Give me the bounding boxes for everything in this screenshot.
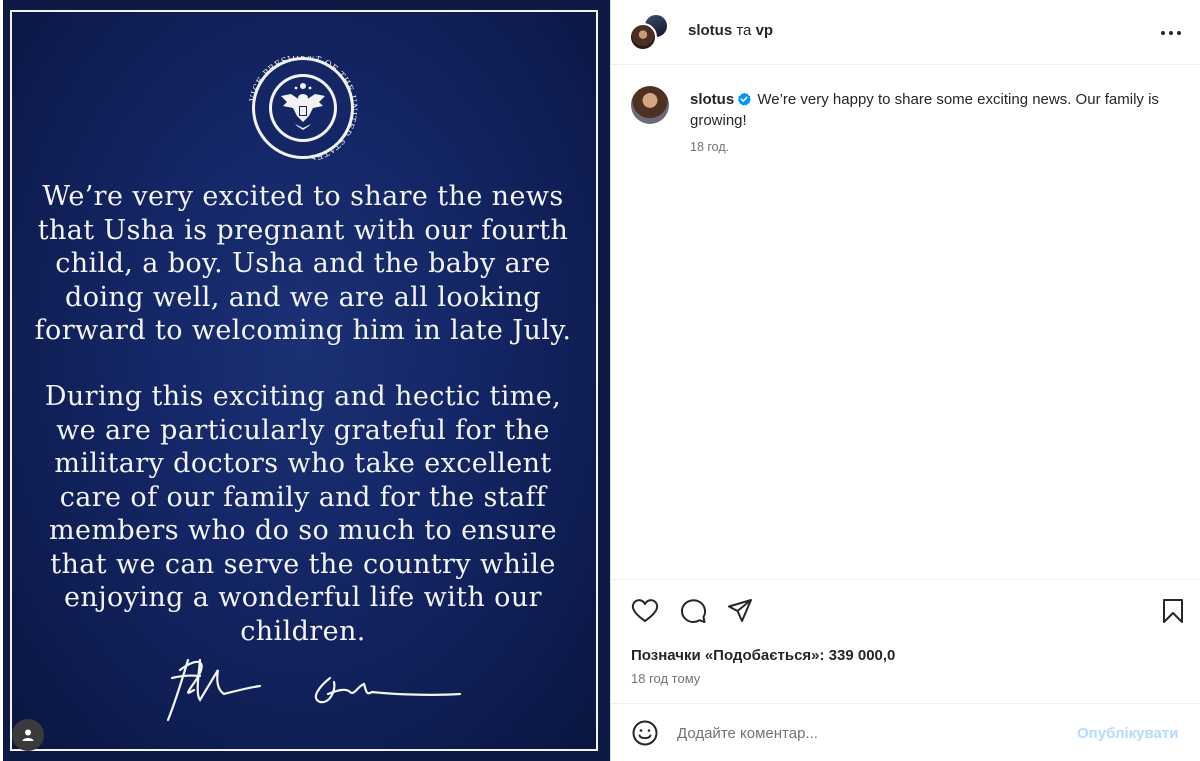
vice-president-seal: VICE PRESIDENT OF THE UNITED STATES — [248, 56, 357, 160]
caption-timestamp[interactable]: 18 год. — [690, 140, 729, 154]
bookmark-icon[interactable] — [1158, 596, 1188, 626]
header-username[interactable]: slotus — [688, 22, 732, 39]
send-icon[interactable] — [725, 596, 755, 626]
avatar[interactable] — [631, 86, 669, 124]
person-icon — [22, 729, 34, 741]
comment-icon[interactable] — [678, 596, 708, 626]
letter-paragraph-1: We’re very excited to share the news tha… — [34, 181, 572, 346]
verified-badge-icon — [737, 92, 752, 106]
signatures — [166, 658, 462, 722]
publish-button[interactable]: Опублікувати — [1077, 725, 1178, 742]
header-separator: та — [736, 22, 752, 39]
post-image[interactable]: VICE PRESIDENT OF THE UNITED STATES We’r… — [0, 0, 610, 761]
add-comment-bar: Опублікувати — [611, 703, 1200, 761]
more-horizontal-icon[interactable] — [1159, 24, 1183, 42]
post-timestamp[interactable]: 18 год тому — [631, 671, 700, 686]
comment-input[interactable] — [677, 720, 1057, 746]
divider — [611, 579, 1200, 580]
caption-text-block: slotus We’re very happy to share some ex… — [690, 89, 1160, 131]
likes-count[interactable]: Позначки «Подобається»: 339 000,0 — [631, 647, 895, 664]
post-header: slotus та vp — [611, 0, 1200, 65]
post-details: slotus та vp slotus We’re very happy to … — [611, 0, 1200, 761]
letter-paragraph-2: During this exciting and hectic time, we… — [44, 381, 562, 647]
collab-avatars[interactable] — [629, 13, 671, 53]
caption-username[interactable]: slotus — [690, 91, 734, 108]
emoji-icon[interactable] — [631, 719, 659, 747]
header-title: slotus та vp — [688, 22, 773, 39]
header-collaborator[interactable]: vp — [756, 22, 774, 39]
avatar-slotus[interactable] — [629, 23, 657, 51]
caption-text: We’re very happy to share some exciting … — [690, 91, 1159, 129]
tagged-people-button[interactable] — [12, 719, 44, 751]
heart-icon[interactable] — [630, 596, 660, 626]
